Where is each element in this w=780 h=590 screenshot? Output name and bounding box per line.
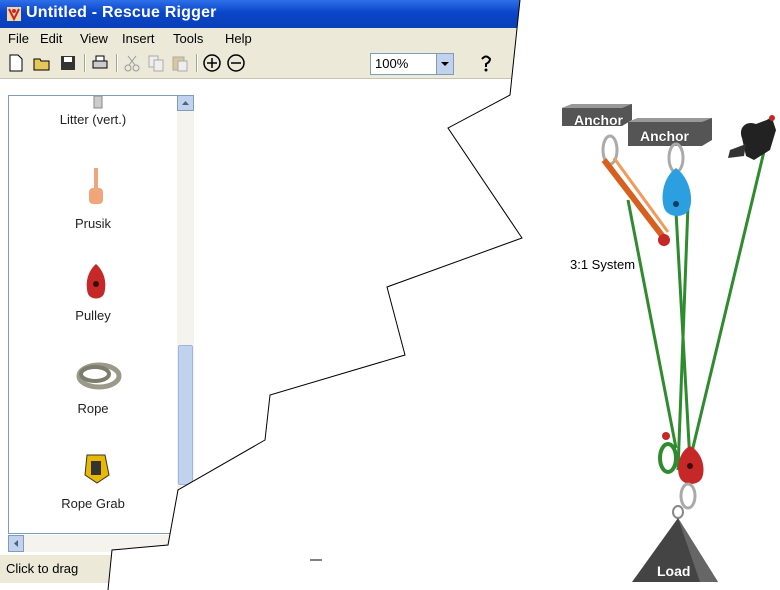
anchor-label-left: Anchor [574, 112, 623, 128]
rope-segment-4 [688, 117, 774, 461]
ring-icon [672, 505, 684, 519]
carabiner-icon [679, 482, 697, 510]
load-label: Load [657, 563, 691, 579]
blue-pulley-icon[interactable] [662, 168, 692, 216]
glove-icon[interactable] [728, 115, 776, 160]
rope-segment-3 [674, 211, 692, 463]
prusik-icon[interactable] [601, 157, 670, 246]
anchor-label-right: Anchor [640, 128, 689, 144]
carabiner-icon [667, 142, 685, 174]
rigging-diagram [562, 104, 776, 582]
red-pulley-icon[interactable] [678, 446, 704, 484]
system-label: 3:1 System [570, 257, 636, 272]
